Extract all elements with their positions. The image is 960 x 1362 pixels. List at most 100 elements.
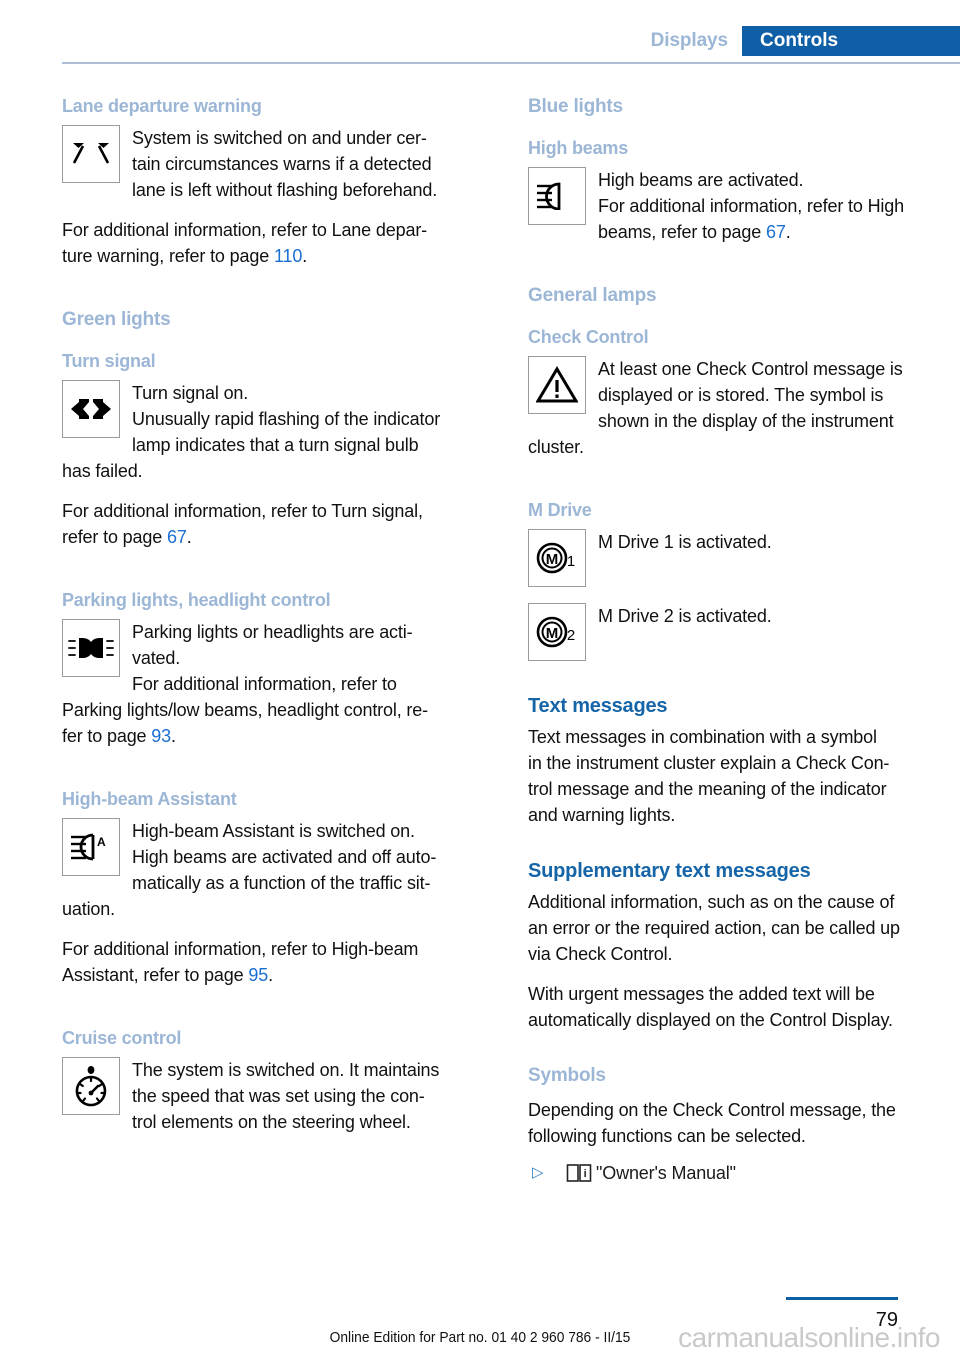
svg-text:i: i	[584, 1168, 587, 1180]
page-reference-link[interactable]: 93	[151, 726, 171, 746]
svg-text:A: A	[97, 835, 106, 849]
text-line: and warning lights.	[528, 805, 676, 825]
lane-departure-reference-paragraph: For additional information, refer to Lan…	[62, 217, 482, 269]
block-lane-departure-warning: System is switched on and under cer- tai…	[62, 125, 482, 203]
text-line: an error or the required action, can be …	[528, 918, 900, 938]
edition-notice: Online Edition for Part no. 01 40 2 960 …	[329, 1329, 631, 1346]
high-beam-assistant-icon: A	[62, 818, 120, 876]
block-check-control: At least one Check Control message is di…	[528, 356, 948, 460]
text-line-with-ref: fer to page 93.	[62, 723, 482, 749]
text-line: lamp indicates that a turn signal bulb	[132, 435, 419, 455]
text-line: following functions can be selected.	[528, 1126, 806, 1146]
text-line: matically as a function of the traffic s…	[132, 873, 431, 893]
svg-text:1: 1	[567, 553, 575, 570]
period: .	[171, 726, 176, 746]
heading-symbols: Symbols	[528, 1065, 606, 1086]
lane-departure-warning-text: System is switched on and under cer- tai…	[62, 125, 482, 203]
tab-controls[interactable]: Controls	[742, 26, 960, 56]
left-column: Lane departure warning System is switche…	[62, 96, 482, 1193]
block-turn-signal: Turn signal on. Unusually rapid flashing…	[62, 380, 482, 484]
heading-high-beam-assistant: High-beam Assistant	[62, 789, 237, 809]
text-line: vated.	[132, 648, 181, 668]
svg-text:2: 2	[567, 627, 575, 644]
block-m-drive-1: M 1 M Drive 1 is activated.	[528, 529, 948, 589]
text-line: trol elements on the steering wheel.	[132, 1112, 411, 1132]
page-reference-link[interactable]: 95	[248, 965, 268, 985]
text-line: trol message and the meaning of the indi…	[528, 779, 887, 799]
right-column: Blue lights High beams High beams are ac…	[528, 96, 948, 1193]
text-line: M Drive 2 is activated.	[598, 606, 772, 626]
cruise-control-text: The system is switched on. It maintains …	[62, 1057, 482, 1135]
m-drive-1-text: M Drive 1 is activated.	[528, 529, 948, 555]
supplementary-paragraph-2: With urgent messages the added text will…	[528, 981, 948, 1033]
text-line: At least one Check Control message is	[598, 359, 903, 379]
bullet-label: "Owner's Manual"	[596, 1163, 736, 1183]
triangle-bullet-icon: ▷	[532, 1164, 544, 1181]
text-line: lane is left without flashing beforehand…	[132, 180, 438, 200]
m-drive-2-icon: M 2	[528, 603, 586, 661]
m-drive-2-text: M Drive 2 is activated.	[528, 603, 948, 629]
m-drive-1-icon: M 1	[528, 529, 586, 587]
page-reference-link[interactable]: 67	[766, 222, 786, 242]
symbols-bullet-list: ▷ i "Owner's Manual"	[528, 1159, 948, 1187]
page-content: Lane departure warning System is switche…	[62, 96, 948, 1193]
text-line: refer to page	[62, 527, 167, 547]
list-item[interactable]: ▷ i "Owner's Manual"	[528, 1159, 948, 1187]
text-line: Turn signal on.	[132, 383, 249, 403]
page-reference-link[interactable]: 110	[274, 246, 302, 266]
svg-text:M: M	[546, 551, 559, 568]
text-line: M Drive 1 is activated.	[598, 532, 772, 552]
heading-lane-departure-warning: Lane departure warning	[62, 96, 262, 116]
text-line: High beams are activated and off auto-	[132, 847, 437, 867]
text-line: Text messages in combination with a symb…	[528, 727, 877, 747]
block-high-beam-assistant: A High-beam Assistant is switched on. Hi…	[62, 818, 482, 922]
tab-displays[interactable]: Displays	[651, 26, 742, 56]
text-line: For additional information, refer to Lan…	[62, 220, 428, 240]
header-divider	[62, 62, 960, 64]
text-line: tain circumstances warns if a detected	[132, 154, 432, 174]
period: .	[302, 246, 308, 266]
heading-general-lamps: General lamps	[528, 285, 657, 306]
text-line: in the instrument cluster explain a Chec…	[528, 753, 890, 773]
heading-supplementary-text-messages: Supplementary text messages	[528, 860, 811, 882]
header-tabs: Displays Controls	[651, 26, 960, 56]
text-line: cluster.	[528, 437, 584, 457]
text-line: has failed.	[62, 461, 143, 481]
block-m-drive-2: M 2 M Drive 2 is activated.	[528, 603, 948, 663]
text-line: Parking lights or headlights are acti-	[132, 622, 413, 642]
text-fragment: fer to page	[62, 726, 152, 746]
svg-text:M: M	[546, 625, 559, 642]
text-line: via Check Control.	[528, 944, 673, 964]
period: .	[785, 222, 791, 242]
text-line: System is switched on and under cer-	[132, 128, 427, 148]
parking-lights-text: Parking lights or headlights are acti- v…	[62, 619, 482, 749]
text-line: Parking lights/low beams, headlight cont…	[62, 700, 428, 720]
footer-divider	[786, 1297, 898, 1300]
heading-check-control: Check Control	[528, 327, 649, 347]
text-line: With urgent messages the added text will…	[528, 984, 875, 1004]
heading-green-lights: Green lights	[62, 309, 171, 330]
text-line: shown in the display of the instrument	[598, 411, 894, 431]
page-header: Displays Controls	[0, 0, 960, 64]
heading-turn-signal: Turn signal	[62, 351, 156, 371]
text-line-with-ref: beams, refer to page 67.	[528, 219, 948, 245]
period: .	[268, 965, 273, 985]
page-reference-link[interactable]: 67	[167, 527, 187, 547]
heading-m-drive: M Drive	[528, 500, 592, 520]
text-line: uation.	[62, 899, 115, 919]
block-parking-lights: Parking lights or headlights are acti- v…	[62, 619, 482, 749]
parking-lights-icon	[62, 619, 120, 677]
text-line: displayed or is stored. The symbol is	[598, 385, 884, 405]
text-line: High-beam Assistant is switched on.	[132, 821, 415, 841]
text-line: High beams are activated.	[598, 170, 804, 190]
text-line: automatically displayed on the Control D…	[528, 1010, 893, 1030]
